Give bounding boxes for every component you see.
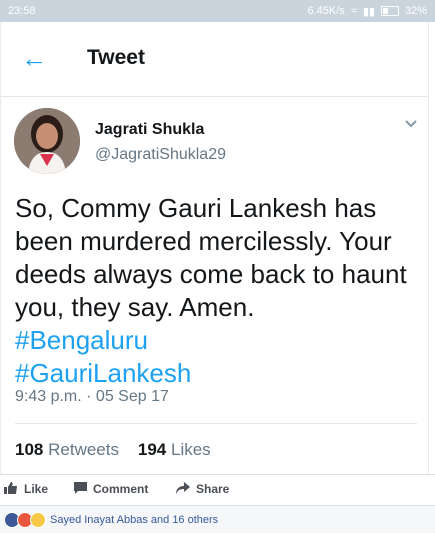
tweet-screenshot: ← Tweet Jagrati Shukla @JagratiShukla29 … — [0, 22, 429, 474]
share-label: Share — [196, 482, 230, 496]
tweet-timestamp[interactable]: 9:43 p.m. · 05 Sep 17 — [15, 388, 169, 406]
battery-percent: 32% — [404, 5, 427, 17]
page-title: Tweet — [87, 46, 145, 69]
signal-icon: ▮▮ — [362, 5, 375, 18]
share-button[interactable]: Share — [176, 481, 230, 497]
battery-icon — [380, 6, 399, 16]
status-bar: 23:58 6.45K/s ≈ ▮▮ 32% — [0, 0, 435, 22]
tweet-header-bar: ← Tweet — [1, 22, 428, 97]
retweets-label: Retweets — [48, 440, 119, 459]
facebook-post-footer: Like Comment Share Sayed Inayat Abbas an… — [0, 474, 435, 552]
thumbs-up-icon — [4, 481, 18, 497]
comment-icon — [74, 481, 87, 497]
divider — [15, 423, 417, 424]
sad-reaction-icon — [30, 511, 46, 528]
tweet-text: So, Commy Gauri Lankesh has been murdere… — [15, 192, 420, 390]
status-time: 23:58 — [8, 5, 36, 17]
avatar-image — [14, 108, 80, 174]
like-label: Like — [24, 482, 49, 496]
tweet-body: So, Commy Gauri Lankesh has been murdere… — [15, 193, 407, 322]
likes-label: Likes — [171, 440, 211, 459]
hashtag-bengaluru[interactable]: #Bengaluru — [15, 324, 420, 357]
comment-button[interactable]: Comment — [74, 481, 149, 497]
back-arrow-icon[interactable]: ← — [21, 45, 47, 71]
reactions-bar[interactable]: Sayed Inayat Abbas and 16 others — [0, 505, 435, 533]
avatar[interactable] — [14, 108, 80, 174]
like-button[interactable]: Like — [4, 481, 49, 497]
status-right: 6.45K/s ≈ ▮▮ 32% — [308, 5, 428, 18]
author-name[interactable]: Jagrati Shukla — [95, 121, 204, 139]
cut-off-content — [0, 535, 435, 552]
tweet-stats: 108 Retweets 194 Likes — [15, 440, 211, 460]
author-handle[interactable]: @JagratiShukla29 — [95, 146, 226, 164]
hashtag-gaurilankesh[interactable]: #GauriLankesh — [15, 357, 420, 390]
likes-count: 194 — [137, 440, 167, 459]
retweets-count: 108 — [15, 440, 44, 459]
post-actions: Like Comment Share — [0, 475, 435, 503]
chevron-down-icon[interactable] — [401, 116, 421, 132]
wifi-icon: ≈ — [350, 5, 357, 17]
retweets-stat[interactable]: 108 Retweets — [15, 440, 119, 459]
likes-stat[interactable]: 194 Likes — [138, 440, 211, 459]
share-icon — [176, 481, 190, 497]
reactions-text: Sayed Inayat Abbas and 16 others — [50, 513, 219, 526]
network-speed: 6.45K/s — [307, 5, 345, 17]
comment-label: Comment — [93, 482, 149, 496]
